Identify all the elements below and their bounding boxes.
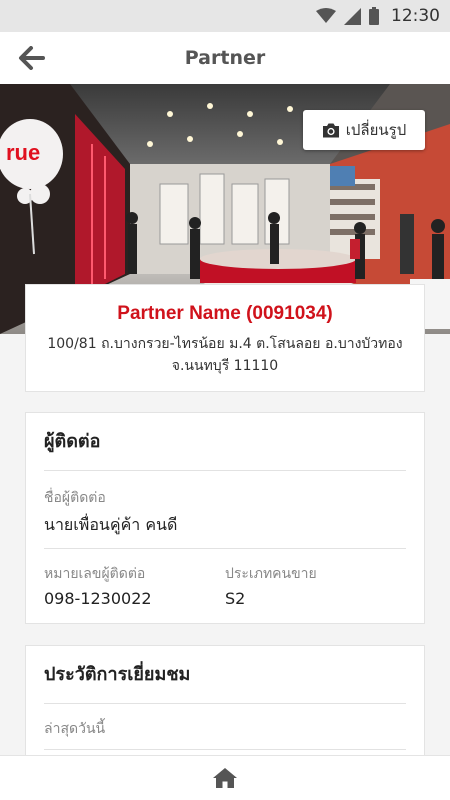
camera-icon <box>322 123 339 137</box>
app-bar: Partner <box>0 32 450 84</box>
contact-details-row: หมายเลขผู้ติดต่อ 098-1230022 ประเภทคนขาย… <box>44 549 406 608</box>
bottom-nav <box>0 755 450 800</box>
contact-name-value: นายเพื่อนคู่ค้า คนดี <box>44 515 178 534</box>
seller-type-field: ประเภทคนขาย S2 <box>225 563 406 608</box>
contact-section-title: ผู้ติดต่อ <box>44 413 406 471</box>
status-time: 12:30 <box>391 6 440 26</box>
change-photo-button[interactable]: เปลี่ยนรูป <box>303 110 425 150</box>
change-photo-label: เปลี่ยนรูป <box>345 121 407 139</box>
contact-phone-field[interactable]: หมายเลขผู้ติดต่อ 098-1230022 <box>44 563 225 608</box>
back-arrow-icon[interactable] <box>18 46 46 70</box>
wifi-icon <box>316 8 336 23</box>
contact-phone-value[interactable]: 098-1230022 <box>44 589 225 608</box>
seller-type-value: S2 <box>225 589 246 608</box>
contact-phone-label: หมายเลขผู้ติดต่อ <box>44 566 146 582</box>
signal-icon <box>344 7 361 25</box>
battery-icon <box>369 7 379 25</box>
visit-latest-item[interactable]: ล่าสุดวันนี้ <box>44 704 406 750</box>
page-title: Partner <box>184 47 266 69</box>
partner-address-line1: 100/81 ถ.บางกรวย-ไทรน้อย ม.4 ต.โสนลอย อ.… <box>47 336 403 352</box>
store-sign-text: rue <box>6 140 40 165</box>
partner-address: 100/81 ถ.บางกรวย-ไทรน้อย ม.4 ต.โสนลอย อ.… <box>26 333 424 377</box>
contact-name-label: ชื่อผู้ติดต่อ <box>44 490 106 506</box>
visit-latest-label: ล่าสุดวันนี้ <box>44 721 106 737</box>
home-icon[interactable] <box>213 768 237 788</box>
contact-card: ผู้ติดต่อ ชื่อผู้ติดต่อ นายเพื่อนคู่ค้า … <box>25 412 425 624</box>
status-bar: 12:30 <box>0 0 450 32</box>
visit-history-title: ประวัติการเยี่ยมชม <box>44 646 406 704</box>
partner-name: Partner Name (0091034) <box>117 303 333 324</box>
contact-name-field: ชื่อผู้ติดต่อ นายเพื่อนคู่ค้า คนดี <box>44 471 406 549</box>
partner-address-line2: จ.นนทบุรี 11110 <box>171 358 279 374</box>
seller-type-label: ประเภทคนขาย <box>225 566 317 582</box>
partner-info-card: Partner Name (0091034) 100/81 ถ.บางกรวย-… <box>25 284 425 392</box>
